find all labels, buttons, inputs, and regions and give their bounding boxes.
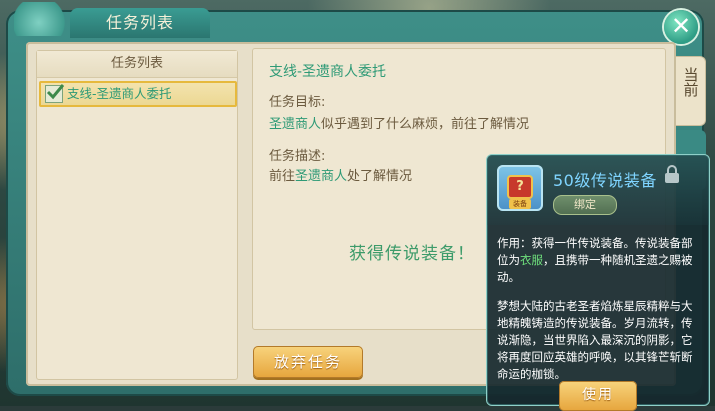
- chest-glyph: ?: [507, 175, 533, 199]
- use-button[interactable]: 使用: [559, 381, 637, 411]
- abandon-task-button[interactable]: 放弃任务: [253, 346, 363, 378]
- effect-highlight: 衣服: [520, 253, 543, 267]
- close-icon[interactable]: ✕: [664, 10, 698, 44]
- desc-prefix: 前往: [269, 169, 296, 184]
- task-list-item-label: 支线-圣遗商人委托: [67, 86, 172, 101]
- item-icon-tag: 装备: [509, 199, 531, 209]
- checkbox-icon[interactable]: [45, 84, 65, 103]
- goal-label: 任务目标:: [269, 95, 326, 110]
- goal-text: 圣遗商人似乎遇到了什么麻烦，前往了解情况: [269, 113, 529, 132]
- item-name: 50级传说装备: [553, 171, 657, 190]
- window-title: 任务列表: [70, 8, 210, 38]
- tab-current-label: 当前: [681, 67, 700, 97]
- tab-current[interactable]: 当前: [676, 56, 706, 126]
- task-list-panel: 任务列表 支线-圣遗商人委托: [36, 50, 238, 380]
- desc-text: 前往圣遗商人处了解情况: [269, 165, 412, 184]
- desc-suffix: 处了解情况: [347, 169, 413, 184]
- goal-suffix: 似乎遇到了什么麻烦，前往了解情况: [321, 117, 530, 132]
- treasure-chest-icon: ? 装备: [497, 165, 543, 211]
- bind-badge: 绑定: [553, 195, 617, 215]
- tooltip-body: 作用：获得一件传说装备。传说装备部位为衣服，且携带一种随机圣遗之赐被动。 梦想大…: [497, 235, 703, 395]
- item-tooltip: ? 装备 50级传说装备 绑定 作用：获得一件传说装备。传说装备部位为衣服，且携…: [486, 154, 710, 411]
- desc-label: 任务描述:: [269, 149, 326, 164]
- lock-icon: [665, 165, 679, 183]
- reward-text: 获得传说装备！: [349, 244, 475, 264]
- item-lore: 梦想大陆的古老圣者焰炼星辰精粹与大地精魄铸造的传说装备。岁月流转，传说渐隐，当世…: [497, 299, 693, 381]
- item-effect: 作用：获得一件传说装备。传说装备部位为衣服，且携带一种随机圣遗之赐被动。: [497, 235, 703, 286]
- title-ornament: [14, 2, 76, 36]
- task-list-header: 任务列表: [37, 51, 237, 78]
- desc-npc-link[interactable]: 圣遗商人: [295, 169, 347, 184]
- task-list-item[interactable]: 支线-圣遗商人委托: [39, 81, 237, 107]
- task-title: 支线-圣遗商人委托: [269, 64, 387, 80]
- goal-npc-link[interactable]: 圣遗商人: [269, 117, 321, 132]
